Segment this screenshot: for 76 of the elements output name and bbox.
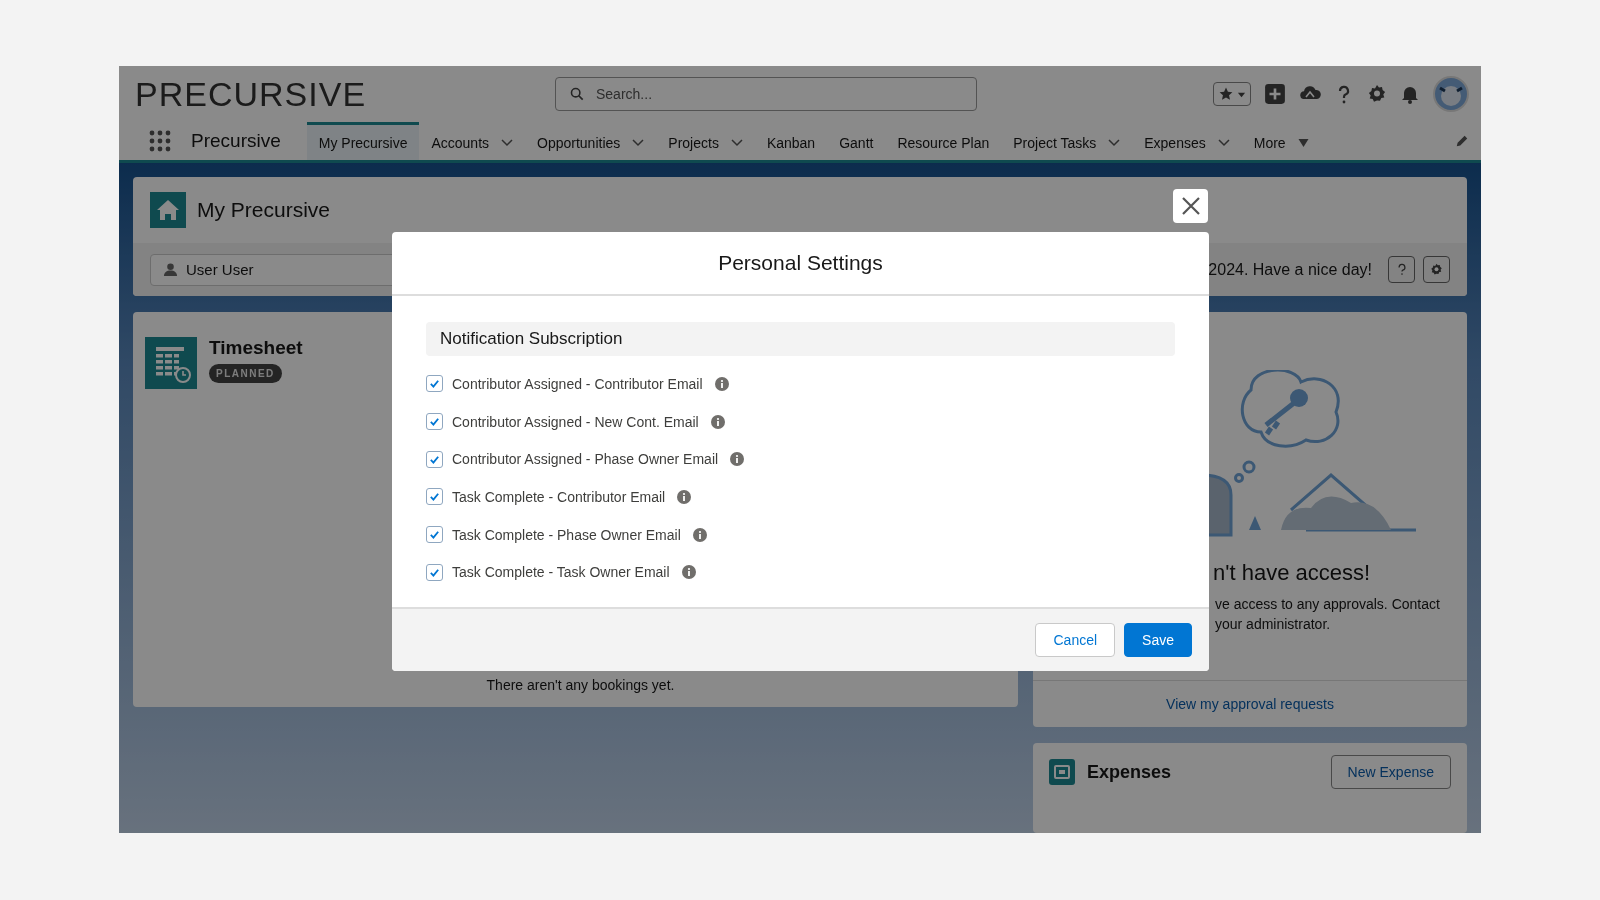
app-name: Precursive <box>191 130 281 152</box>
chevron-down-icon[interactable] <box>730 138 743 147</box>
settings-icon <box>1430 263 1443 276</box>
checkbox[interactable] <box>426 375 443 393</box>
nav-tab[interactable]: More <box>1241 122 1321 160</box>
logo: PRECURSIVE <box>135 74 368 114</box>
checkbox-label: Task Complete - Contributor Email <box>452 488 666 505</box>
info-icon[interactable] <box>730 452 745 467</box>
edit-icon[interactable] <box>1455 134 1469 148</box>
save-button[interactable]: Save <box>1124 623 1192 657</box>
favorites-button[interactable] <box>1213 82 1251 106</box>
home-icon <box>150 192 186 228</box>
empty-state-heading: n't have access! <box>1213 560 1372 586</box>
checkmark-icon <box>429 491 440 503</box>
checkmark-icon <box>429 416 440 428</box>
nav-tab[interactable]: Expenses <box>1132 122 1242 160</box>
chevron-down-icon[interactable] <box>501 138 514 147</box>
info-icon[interactable] <box>681 565 696 580</box>
checkbox-label: Task Complete - Task Owner Email <box>452 564 670 581</box>
empty-state-text: ve access to any approvals. Contact <box>1215 596 1441 612</box>
checkmark-icon <box>429 453 440 465</box>
approval-requests-link[interactable]: View my approval requests <box>1166 696 1334 712</box>
chevron-down-icon[interactable] <box>632 138 645 147</box>
page-title: My Precursive <box>197 198 331 222</box>
info-icon[interactable] <box>692 527 707 542</box>
checkmark-icon <box>429 566 440 578</box>
star-icon <box>1218 86 1234 102</box>
info-icon[interactable] <box>710 414 725 429</box>
card-title: Expenses <box>1087 762 1172 783</box>
close-icon <box>1180 196 1201 216</box>
settings-button[interactable] <box>1423 256 1450 283</box>
new-expense-button[interactable]: New Expense <box>1330 755 1451 789</box>
checkbox-label: Contributor Assigned - New Cont. Email <box>452 413 699 430</box>
user-icon <box>163 262 178 277</box>
checkbox-label: Contributor Assigned - Contributor Email <box>452 375 703 392</box>
settings-icon[interactable] <box>1367 84 1387 104</box>
help-button[interactable] <box>1388 256 1415 283</box>
dialog-title: Personal Settings <box>718 251 883 275</box>
notifications-icon[interactable] <box>1400 84 1420 104</box>
status-badge: PLANNED <box>209 364 282 383</box>
nav-tab[interactable]: Kanban <box>754 122 828 160</box>
nav-tab[interactable]: Project Tasks <box>1001 122 1133 160</box>
empty-message: There aren't any bookings yet. <box>485 677 676 693</box>
checkbox[interactable] <box>426 563 443 581</box>
caret-icon[interactable] <box>1297 138 1309 147</box>
checkmark-icon <box>429 378 440 390</box>
chevron-down-icon[interactable] <box>1108 138 1121 147</box>
search-field[interactable]: Search... <box>555 77 977 111</box>
nav-tab[interactable]: Projects <box>656 122 755 160</box>
checkbox[interactable] <box>426 488 443 506</box>
timesheet-icon <box>145 337 197 389</box>
checkbox[interactable] <box>426 526 443 544</box>
avatar-icon[interactable] <box>1433 76 1469 112</box>
section-header: Notification Subscription <box>426 322 1175 356</box>
info-icon[interactable] <box>714 376 729 391</box>
checkbox-label: Task Complete - Phase Owner Email <box>452 526 681 543</box>
nav-tab[interactable]: Accounts <box>419 122 526 160</box>
nav-tab[interactable]: Resource Plan <box>885 122 1002 160</box>
help-icon <box>1396 263 1407 276</box>
checkbox[interactable] <box>426 413 443 431</box>
nav-tab[interactable]: Opportunities <box>525 122 657 160</box>
info-icon[interactable] <box>677 489 692 504</box>
app-launcher-icon[interactable] <box>149 130 171 152</box>
expenses-icon <box>1049 759 1075 785</box>
add-icon[interactable] <box>1264 83 1286 105</box>
checkbox[interactable] <box>426 450 443 468</box>
chevron-down-icon[interactable] <box>1217 138 1230 147</box>
close-button[interactable] <box>1173 189 1208 223</box>
greeting-text: 2024. Have a nice day! <box>1208 260 1372 279</box>
empty-state-text: your administrator. <box>1215 616 1332 632</box>
nav-tab[interactable]: Gantt <box>827 122 886 160</box>
checkbox-label: Contributor Assigned - Phase Owner Email <box>452 451 719 468</box>
card-title: Timesheet <box>209 337 303 359</box>
checkmark-icon <box>429 529 440 541</box>
nav-tab[interactable]: My Precursive <box>306 122 420 160</box>
cancel-button[interactable]: Cancel <box>1035 623 1116 657</box>
